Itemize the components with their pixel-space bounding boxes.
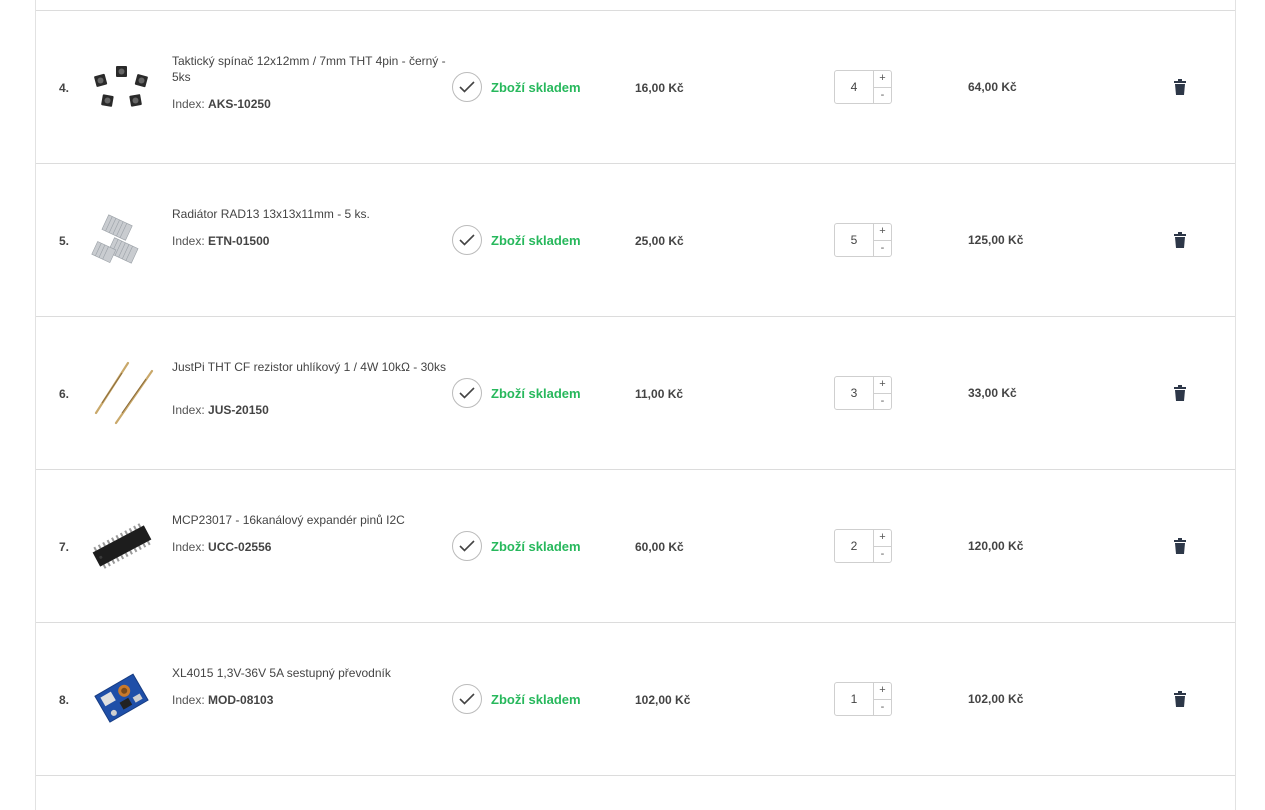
line-total: 102,00 Kč bbox=[968, 692, 1024, 706]
quantity-stepper[interactable]: 2 + - bbox=[834, 529, 892, 563]
product-image-resistor[interactable] bbox=[88, 359, 156, 427]
line-total: 125,00 Kč bbox=[968, 233, 1024, 247]
row-number: 4. bbox=[59, 81, 70, 95]
product-name[interactable]: MCP23017 - 16kanálový expandér pinů I2C bbox=[172, 512, 452, 528]
quantity-increase-button[interactable]: + bbox=[874, 71, 891, 87]
stock-status: Zboží skladem bbox=[452, 225, 581, 255]
row-divider bbox=[36, 775, 1235, 776]
quantity-decrease-button[interactable]: - bbox=[874, 698, 891, 716]
row-number: 8. bbox=[59, 693, 70, 707]
quantity-decrease-button[interactable]: - bbox=[874, 392, 891, 410]
stock-status: Zboží skladem bbox=[452, 531, 581, 561]
quantity-input[interactable]: 5 bbox=[835, 224, 873, 256]
stock-text: Zboží skladem bbox=[491, 232, 581, 248]
cart-row: 7. MCP23017 - 16kanálový expandér pinů I… bbox=[36, 469, 1235, 622]
check-icon bbox=[452, 225, 482, 255]
product-image-converter-module[interactable] bbox=[88, 665, 156, 733]
product-index: Index: UCC-02556 bbox=[172, 540, 271, 554]
row-number: 5. bbox=[59, 234, 70, 248]
unit-price: 11,00 Kč bbox=[635, 387, 684, 401]
index-value: UCC-02556 bbox=[208, 540, 272, 554]
index-value: MOD-08103 bbox=[208, 693, 274, 707]
quantity-stepper[interactable]: 3 + - bbox=[834, 376, 892, 410]
product-image-heatsink[interactable] bbox=[88, 206, 156, 274]
index-label: Index: bbox=[172, 693, 205, 707]
index-value: AKS-10250 bbox=[208, 97, 271, 111]
trash-icon[interactable] bbox=[1173, 79, 1187, 95]
product-index: Index: ETN-01500 bbox=[172, 234, 269, 248]
quantity-increase-button[interactable]: + bbox=[874, 224, 891, 240]
cart-row: 6. JustPi THT CF rezistor uhlíkový 1 / 4… bbox=[36, 316, 1235, 469]
stock-text: Zboží skladem bbox=[491, 385, 581, 401]
trash-icon[interactable] bbox=[1173, 232, 1187, 248]
quantity-decrease-button[interactable]: - bbox=[874, 239, 891, 257]
index-label: Index: bbox=[172, 403, 205, 417]
check-icon bbox=[452, 684, 482, 714]
line-total: 120,00 Kč bbox=[968, 539, 1024, 553]
stock-status: Zboží skladem bbox=[452, 72, 581, 102]
quantity-input[interactable]: 4 bbox=[835, 71, 873, 103]
quantity-increase-button[interactable]: + bbox=[874, 377, 891, 393]
unit-price: 25,00 Kč bbox=[635, 234, 684, 248]
unit-price: 16,00 Kč bbox=[635, 81, 684, 95]
quantity-stepper[interactable]: 1 + - bbox=[834, 682, 892, 716]
product-name[interactable]: Radiátor RAD13 13x13x11mm - 5 ks. bbox=[172, 206, 452, 222]
trash-icon[interactable] bbox=[1173, 691, 1187, 707]
stock-text: Zboží skladem bbox=[491, 79, 581, 95]
stock-status: Zboží skladem bbox=[452, 684, 581, 714]
cart-row: 8. XL4015 1,3V-36V 5A sestupný převodník… bbox=[36, 622, 1235, 775]
check-icon bbox=[452, 378, 482, 408]
quantity-increase-button[interactable]: + bbox=[874, 530, 891, 546]
product-index: Index: MOD-08103 bbox=[172, 693, 273, 707]
quantity-input[interactable]: 3 bbox=[835, 377, 873, 409]
stock-text: Zboží skladem bbox=[491, 691, 581, 707]
quantity-stepper[interactable]: 4 + - bbox=[834, 70, 892, 104]
product-image-dip-chip[interactable] bbox=[88, 512, 156, 580]
stock-text: Zboží skladem bbox=[491, 538, 581, 554]
cart-table: 4. Taktický spínač 12x12mm / 7mm THT 4pi… bbox=[35, 0, 1236, 810]
index-label: Index: bbox=[172, 97, 205, 111]
quantity-stepper[interactable]: 5 + - bbox=[834, 223, 892, 257]
row-number: 7. bbox=[59, 540, 70, 554]
unit-price: 102,00 Kč bbox=[635, 693, 691, 707]
product-image-tactile-switch[interactable] bbox=[88, 53, 156, 121]
cart-row: 4. Taktický spínač 12x12mm / 7mm THT 4pi… bbox=[36, 10, 1235, 163]
row-number: 6. bbox=[59, 387, 70, 401]
stock-status: Zboží skladem bbox=[452, 378, 581, 408]
trash-icon[interactable] bbox=[1173, 538, 1187, 554]
trash-icon[interactable] bbox=[1173, 385, 1187, 401]
quantity-decrease-button[interactable]: - bbox=[874, 86, 891, 104]
product-name[interactable]: JustPi THT CF rezistor uhlíkový 1 / 4W 1… bbox=[172, 359, 452, 375]
product-index: Index: JUS-20150 bbox=[172, 403, 269, 417]
index-label: Index: bbox=[172, 234, 205, 248]
index-value: JUS-20150 bbox=[208, 403, 269, 417]
quantity-input[interactable]: 2 bbox=[835, 530, 873, 562]
check-icon bbox=[452, 72, 482, 102]
quantity-input[interactable]: 1 bbox=[835, 683, 873, 715]
product-index: Index: AKS-10250 bbox=[172, 97, 271, 111]
line-total: 64,00 Kč bbox=[968, 80, 1017, 94]
index-label: Index: bbox=[172, 540, 205, 554]
product-name[interactable]: XL4015 1,3V-36V 5A sestupný převodník bbox=[172, 665, 452, 681]
product-name[interactable]: Taktický spínač 12x12mm / 7mm THT 4pin -… bbox=[172, 53, 452, 85]
quantity-increase-button[interactable]: + bbox=[874, 683, 891, 699]
unit-price: 60,00 Kč bbox=[635, 540, 684, 554]
line-total: 33,00 Kč bbox=[968, 386, 1017, 400]
check-icon bbox=[452, 531, 482, 561]
quantity-decrease-button[interactable]: - bbox=[874, 545, 891, 563]
cart-row: 5. Radiátor RAD13 13x13x11mm - 5 ks. Ind… bbox=[36, 163, 1235, 316]
index-value: ETN-01500 bbox=[208, 234, 270, 248]
